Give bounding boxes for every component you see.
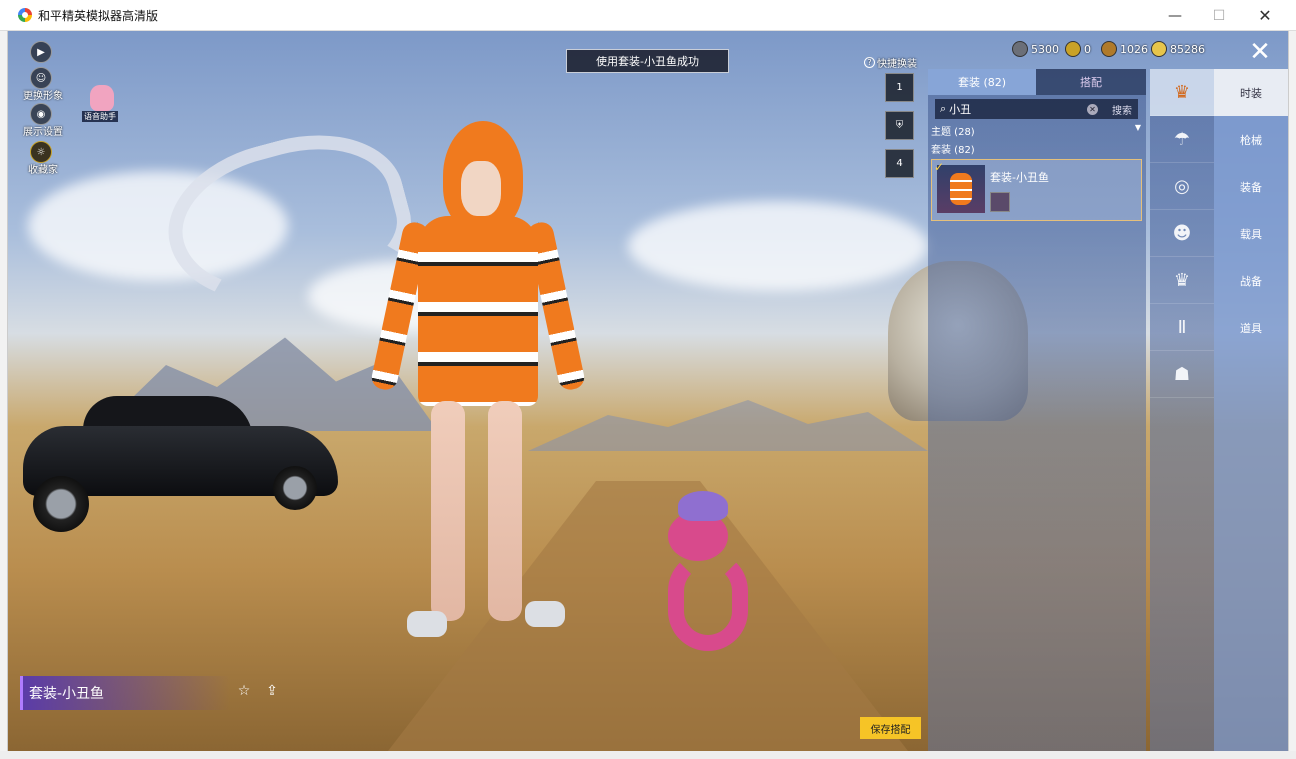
quick-slot-locked[interactable]: ⛨	[885, 111, 914, 140]
success-notice: 使用套装-小丑鱼成功	[566, 49, 729, 73]
menu-guns[interactable]: 枪械	[1214, 116, 1288, 163]
tab-suits[interactable]: 套装 (82)	[928, 69, 1036, 95]
shoes-category-icon[interactable]: ☗	[1150, 351, 1214, 398]
currency-bronze: 1026	[1101, 39, 1148, 59]
close-icon[interactable]: ✕	[1246, 39, 1274, 67]
share-icon[interactable]: ⇪	[261, 683, 283, 701]
app-window: 和平精英模拟器高清版 — ☐ ✕ ▶ ☺ 更换形象 ◉ 展示设置 ☼ 收藏家 语…	[0, 0, 1296, 759]
window-close-button[interactable]: ✕	[1242, 0, 1288, 31]
app-logo-icon	[18, 8, 32, 22]
quick-change-button[interactable]: ? 快捷换装	[864, 55, 917, 70]
maximize-button[interactable]: ☐	[1196, 0, 1242, 31]
dropdown-icon: ▼	[1134, 123, 1141, 132]
tab-matching[interactable]: 搭配	[1036, 69, 1146, 95]
quick-slot-1[interactable]: 1	[885, 73, 914, 102]
menu-battle-prep[interactable]: 战备	[1214, 257, 1288, 304]
theme-filter-label: 主题 (28)	[931, 127, 975, 138]
clear-icon[interactable]: ✕	[1087, 103, 1098, 115]
menu-equipment[interactable]: 装备	[1214, 163, 1288, 210]
voice-assistant-avatar	[90, 85, 114, 111]
suit-card-clownfish[interactable]: ✓ 套装-小丑鱼	[931, 159, 1142, 221]
window-title: 和平精英模拟器高清版	[38, 8, 159, 23]
quick-slot-4[interactable]: 4	[885, 149, 914, 178]
voice-assistant-button[interactable]: 语音助手	[80, 81, 124, 125]
currency-coupon: 85286	[1151, 39, 1205, 59]
suit-thumbnail	[937, 165, 985, 213]
player-character	[369, 121, 587, 651]
collector-icon[interactable]: ☼	[30, 141, 52, 163]
display-settings-label[interactable]: 展示设置	[18, 123, 68, 138]
outfit-category-icon[interactable]: ♛	[1150, 69, 1214, 116]
snake-crown	[678, 491, 728, 521]
silver-coin-icon	[1012, 41, 1028, 57]
bronze-coin-icon	[1101, 41, 1117, 57]
quick-change-label: 快捷换装	[877, 59, 917, 70]
top-category-icon[interactable]: ♛	[1150, 257, 1214, 304]
minimize-button[interactable]: —	[1152, 0, 1198, 31]
play-icon[interactable]: ▶	[30, 41, 52, 63]
hat-category-icon[interactable]: ☂	[1150, 116, 1214, 163]
cloud	[628, 201, 928, 291]
character-face	[461, 161, 501, 216]
voice-assistant-label: 语音助手	[82, 111, 118, 122]
suit-filter-label: 套装 (82)	[931, 145, 975, 156]
character-leg	[431, 401, 465, 621]
category-icon-column: ♛ ☂ ◎ ☻ ♛ Ⅱ ☗	[1150, 69, 1214, 751]
favorite-icon[interactable]: ☆	[233, 683, 255, 701]
menu-fashion[interactable]: 时装	[1214, 69, 1288, 116]
menu-vehicles[interactable]: 载具	[1214, 210, 1288, 257]
search-button[interactable]: 搜索	[1112, 102, 1132, 117]
currency-gold: 0	[1065, 39, 1091, 59]
bottom-background-strip	[0, 751, 1296, 759]
suit-part-thumbnail[interactable]	[990, 192, 1010, 212]
gold-coin-icon	[1065, 41, 1081, 57]
change-avatar-label[interactable]: 更换形象	[18, 87, 68, 102]
coupon-icon	[1151, 41, 1167, 57]
pet-snake	[658, 491, 758, 651]
game-viewport: ▶ ☺ 更换形象 ◉ 展示设置 ☼ 收藏家 语音助手 使用套装-小丑鱼成功 53…	[8, 31, 1288, 751]
snake-body	[668, 551, 748, 651]
title-bar: 和平精英模拟器高清版 — ☐ ✕	[0, 0, 1296, 31]
currency-value: 1026	[1120, 42, 1148, 56]
help-icon: ?	[864, 57, 875, 68]
currency-value: 85286	[1170, 42, 1205, 56]
character-shoe	[525, 601, 565, 627]
menu-items[interactable]: 道具	[1214, 304, 1288, 351]
change-avatar-icon[interactable]: ☺	[30, 67, 52, 89]
search-icon: ⌕	[940, 102, 947, 115]
save-outfit-button[interactable]: 保存搭配	[860, 717, 921, 739]
eye-icon[interactable]: ◉	[30, 103, 52, 125]
equipped-check-icon: ✓	[934, 160, 945, 174]
mask-category-icon[interactable]: ☻	[1150, 210, 1214, 257]
car-wheel	[273, 466, 317, 510]
glasses-category-icon[interactable]: ◎	[1150, 163, 1214, 210]
search-bar: ⌕ ✕ 搜索	[935, 99, 1138, 119]
current-outfit-name: 套装-小丑鱼	[20, 676, 230, 710]
suit-name: 套装-小丑鱼	[990, 171, 1049, 184]
outfit-panel: 套装 (82) 搭配 ⌕ ✕ 搜索 主题 (28) ▼ 套装 (82) ✓ 套装…	[928, 69, 1146, 751]
right-background-strip	[1288, 31, 1296, 759]
theme-filter[interactable]: 主题 (28) ▼	[931, 123, 1141, 138]
car-vehicle	[23, 396, 338, 532]
currency-value: 0	[1084, 42, 1091, 56]
character-shoe	[407, 611, 447, 637]
search-input[interactable]	[949, 102, 1080, 116]
character-leg	[488, 401, 522, 621]
pants-category-icon[interactable]: Ⅱ	[1150, 304, 1214, 351]
currency-value: 5300	[1031, 42, 1059, 56]
clownfish-dress	[418, 216, 538, 406]
car-wheel	[33, 476, 89, 532]
currency-silver: 5300	[1012, 39, 1059, 59]
mountain	[528, 400, 928, 451]
main-menu: 时装 枪械 装备 载具 战备 道具	[1214, 69, 1288, 751]
collector-label[interactable]: 收藏家	[18, 161, 68, 176]
left-background-strip	[0, 31, 8, 759]
